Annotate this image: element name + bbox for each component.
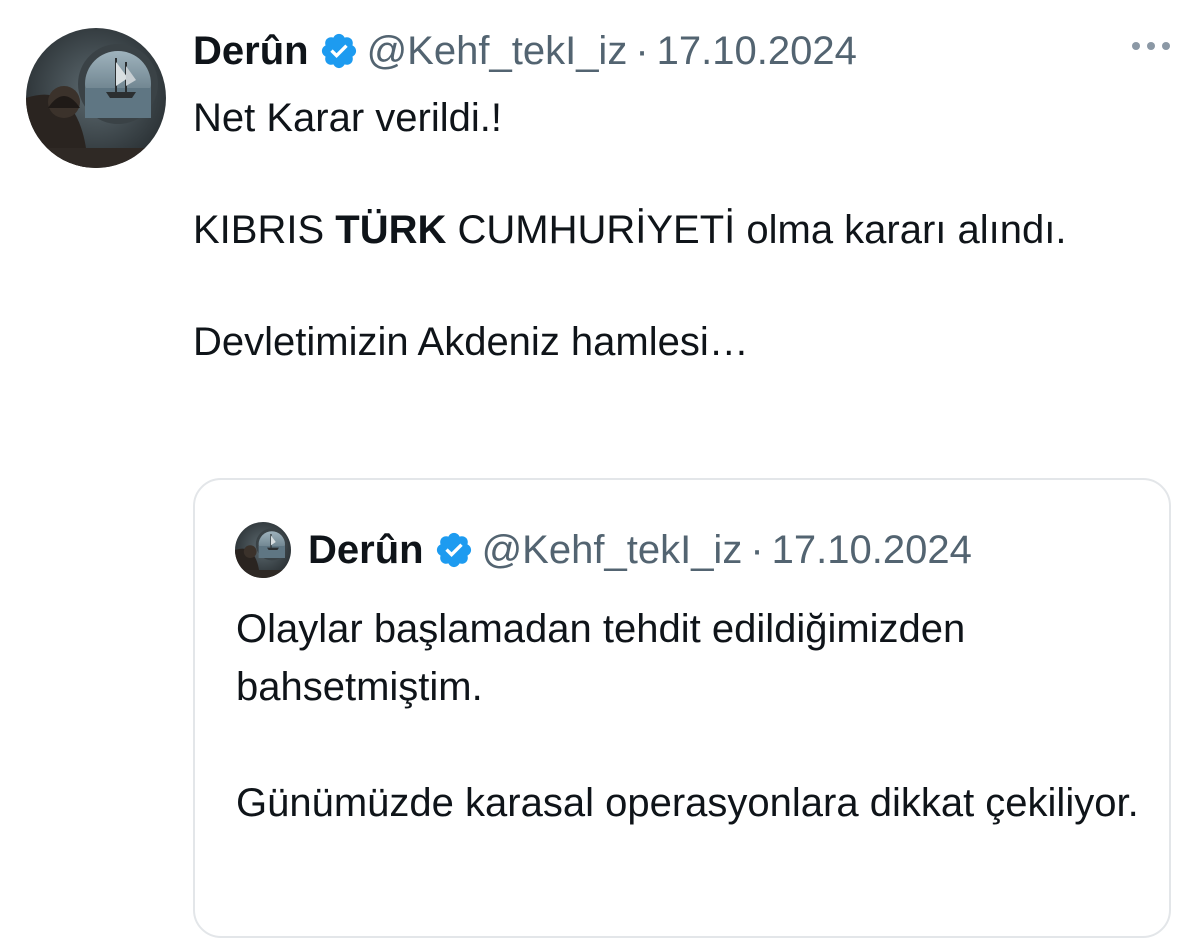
separator-dot: · (750, 527, 764, 572)
quoted-tweet-date[interactable]: 17.10.2024 (772, 528, 972, 573)
more-options-icon[interactable] (1132, 42, 1170, 50)
more-dot (1132, 42, 1140, 50)
ship-porthole-avatar-icon (26, 28, 166, 168)
author-handle[interactable]: @Kehf_tekI_iz (367, 29, 628, 74)
verified-badge-icon (434, 530, 474, 570)
more-dot (1147, 42, 1155, 50)
quoted-paragraph-1: Olaylar başlamadan tehdit edildiğimizden… (236, 607, 966, 709)
ship-porthole-avatar-icon (235, 522, 291, 578)
quoted-tweet-card[interactable]: Derûn @Kehf_tekI_iz · 17.10.2024 Olaylar… (193, 478, 1171, 938)
quoted-author-name[interactable]: Derûn (308, 528, 424, 573)
quoted-author-avatar[interactable] (235, 522, 291, 578)
tweet-line-1: Net Karar verildi.! (193, 96, 502, 140)
quoted-tweet-body: Olaylar başlamadan tehdit edildiğimizden… (236, 600, 1146, 832)
quoted-paragraph-2: Günümüzde karasal operasyonlara dikkat ç… (236, 781, 1139, 825)
quoted-author-handle[interactable]: @Kehf_tekI_iz (482, 528, 743, 573)
author-avatar[interactable] (26, 28, 166, 168)
tweet-date[interactable]: 17.10.2024 (657, 29, 857, 74)
para2-bold: TÜRK (335, 208, 447, 252)
tweet-header: Derûn @Kehf_tekI_iz · 17.10.2024 (193, 26, 857, 76)
verified-badge-icon (319, 31, 359, 71)
author-name[interactable]: Derûn (193, 29, 309, 74)
para2-prefix: KIBRIS (193, 208, 336, 252)
para2-suffix: CUMHURİYETİ olma kararı alındı. (446, 208, 1067, 252)
tweet-body: Net Karar verildi.! KIBRIS TÜRK CUMHURİY… (193, 90, 1153, 370)
separator-dot: · (635, 28, 649, 73)
tweet-paragraph-2: KIBRIS TÜRK CUMHURİYETİ olma kararı alın… (193, 202, 1153, 258)
more-dot (1162, 42, 1170, 50)
quoted-tweet-header: Derûn @Kehf_tekI_iz · 17.10.2024 (308, 524, 972, 576)
tweet-paragraph-3: Devletimizin Akdeniz hamlesi… (193, 320, 749, 364)
